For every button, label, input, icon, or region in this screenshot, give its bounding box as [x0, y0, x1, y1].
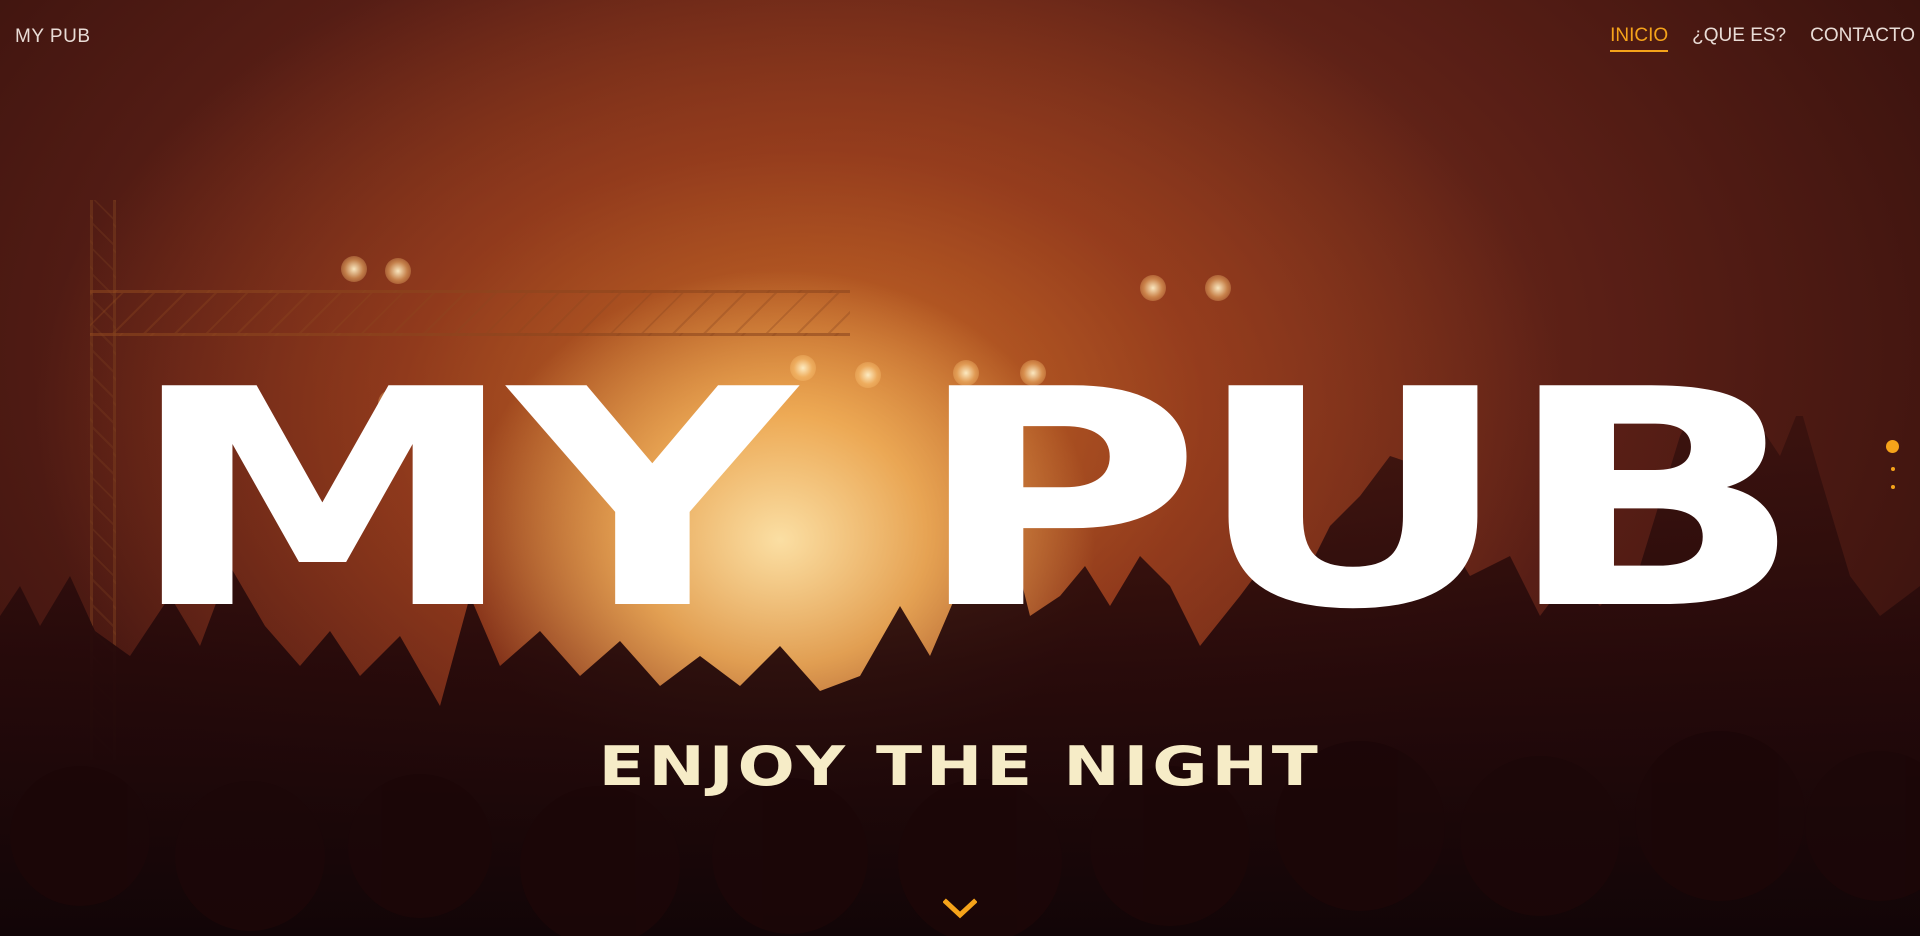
slide-dot-1[interactable]: [1886, 440, 1899, 453]
slide-dot-2[interactable]: [1890, 467, 1895, 471]
hero-section: MY PUB INICIO ¿QUE ES? CONTACTO MY PUB E…: [0, 0, 1920, 936]
hero-tagline: ENJOY THE NIGHT: [598, 735, 1322, 798]
stage-light: [385, 258, 411, 284]
stage-light: [341, 256, 367, 282]
stage-light: [1205, 275, 1231, 301]
nav-link-inicio[interactable]: INICIO: [1610, 25, 1669, 52]
slide-dot-3[interactable]: [1890, 485, 1895, 489]
chevron-down-icon[interactable]: [943, 898, 977, 920]
nav-link-que-es[interactable]: ¿QUE ES?: [1692, 25, 1786, 52]
hero-title: MY PUB: [125, 326, 1806, 675]
main-nav: INICIO ¿QUE ES? CONTACTO: [1610, 25, 1915, 52]
nav-link-contacto[interactable]: CONTACTO: [1810, 25, 1915, 52]
stage-light: [1140, 275, 1166, 301]
brand-logo-text[interactable]: MY PUB: [15, 26, 91, 48]
slide-indicator: [1886, 440, 1899, 489]
